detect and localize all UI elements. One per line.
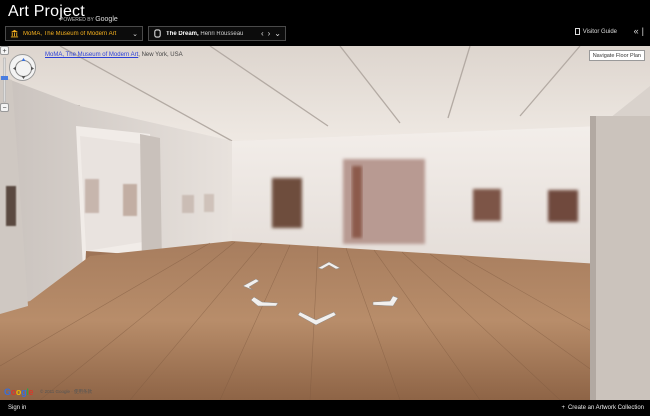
next-arrow-icon[interactable]: › <box>268 29 271 38</box>
top-header: Art Project POWERED BY Google MoMA, The … <box>0 0 650 46</box>
gallery-panorama[interactable]: + − MoMA, The Museum of Modern Art, New … <box>0 46 650 400</box>
create-collection-label: Create an Artwork Collection <box>567 405 644 411</box>
artwork-selector[interactable]: The Dream, Henri Rousseau ‹ › ⌄ <box>148 26 286 41</box>
wooden-floor <box>0 241 600 400</box>
svg-text:+: + <box>2 48 6 55</box>
painting-6 <box>123 184 137 216</box>
painting-5 <box>85 179 99 213</box>
map-copyright: © 2011 Google · 使用条款 <box>40 389 93 394</box>
svg-text:−: − <box>2 105 6 112</box>
powered-by-label: POWERED BY <box>60 17 94 23</box>
google-logo: Google <box>4 387 34 397</box>
painting-3 <box>473 189 501 221</box>
artwork-title: The Dream, <box>166 30 199 37</box>
museum-link[interactable]: MoMA, The Museum of Modern Art <box>45 52 138 58</box>
create-collection-link[interactable]: + Create an Artwork Collection <box>561 405 644 411</box>
pan-compass-control[interactable] <box>9 54 36 81</box>
visitor-guide-label: Visitor Guide <box>582 28 617 35</box>
previous-arrow-icon[interactable]: ‹ <box>261 29 264 38</box>
painting-7 <box>182 195 194 213</box>
artwork-frame-icon <box>154 29 161 38</box>
museum-selector-label: MoMA, The Museum of Modern Art <box>23 30 117 37</box>
collapse-header-button[interactable]: « | <box>634 26 644 36</box>
bottom-footer: Sign in + Create an Artwork Collection <box>0 400 650 416</box>
sign-in-link[interactable]: Sign in <box>8 405 26 411</box>
zoom-slider[interactable]: + − <box>0 46 9 112</box>
compass-arrows-icon <box>13 58 34 79</box>
doorway-jamb <box>140 134 162 268</box>
guide-book-icon <box>574 28 580 35</box>
right-pillar <box>590 116 650 400</box>
museum-location: , New York, USA <box>138 52 183 58</box>
artwork-nav: ‹ › ⌄ <box>261 29 281 38</box>
artwork-artist: Henri Rousseau <box>200 30 244 37</box>
museum-selector[interactable]: MoMA, The Museum of Modern Art ⌄ <box>5 26 143 41</box>
visitor-guide-link[interactable]: Visitor Guide <box>574 28 617 35</box>
plus-icon: + <box>561 405 565 411</box>
chevron-down-icon[interactable]: ⌄ <box>132 30 138 38</box>
museum-location-label: MoMA, The Museum of Modern Art, New York… <box>45 52 183 58</box>
chevron-down-icon[interactable]: ⌄ <box>274 29 281 38</box>
painting-1 <box>272 178 302 228</box>
powered-by-brand: Google <box>95 16 118 23</box>
painting-9 <box>6 186 16 226</box>
navigate-floor-plan-button[interactable]: Navigate Floor Plan <box>588 50 645 61</box>
painting-4 <box>548 190 578 222</box>
vertical-bar-icon: | <box>641 26 644 36</box>
gallery-scene <box>0 46 650 400</box>
painting-8 <box>204 194 214 212</box>
museum-icon <box>10 29 19 38</box>
artwork-selector-label: The Dream, Henri Rousseau <box>166 31 261 37</box>
double-chevron-left-icon: « <box>633 26 639 36</box>
right-pillar-edge <box>590 116 596 400</box>
powered-by-google: POWERED BY Google <box>60 16 118 23</box>
